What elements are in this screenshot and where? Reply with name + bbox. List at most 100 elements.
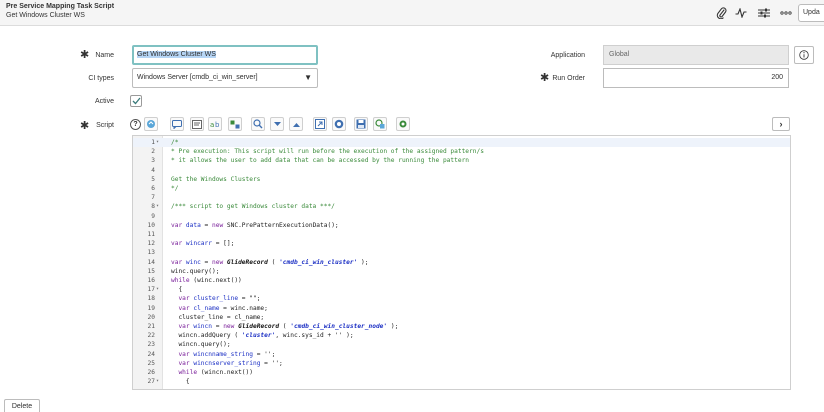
code-text: var cluster_line = ""; <box>171 295 261 303</box>
code-line[interactable]: 27 ▾ { <box>133 377 790 386</box>
search-icon[interactable] <box>251 117 265 131</box>
code-line[interactable]: 10 var data = new SNC.PrePatternExecution… <box>133 221 790 230</box>
paperclip-icon[interactable] <box>714 6 728 20</box>
name-field[interactable]: Get Windows Cluster WS <box>132 45 318 65</box>
code-line[interactable]: 24 var wincnname_string = ''; <box>133 350 790 359</box>
goto-line-icon[interactable] <box>313 117 327 131</box>
code-text: */ <box>171 185 179 192</box>
code-text: * Pre execution: This script will run be… <box>171 148 484 156</box>
script-include-icon[interactable] <box>144 117 158 131</box>
info-icon[interactable] <box>794 46 814 64</box>
line-number: 5 <box>151 175 155 183</box>
code-line[interactable]: 25 var wincnserver_string = ''; <box>133 359 790 368</box>
code-text: var cl_name = winc.name; <box>171 304 268 312</box>
line-number: 11 <box>147 231 155 238</box>
code-text: wincn.addQuery ( 'cluster', winc.sys_id … <box>171 332 354 340</box>
replace-icon[interactable]: ab <box>208 117 222 131</box>
line-number: 22 <box>147 332 155 340</box>
run-order-label: Run Order <box>552 75 585 82</box>
fold-toggle-icon[interactable]: ▾ <box>156 285 159 294</box>
update-button[interactable]: Upda <box>798 4 824 22</box>
code-line[interactable]: 11 <box>133 230 790 239</box>
code-line[interactable]: 17 ▾ { <box>133 285 790 294</box>
sliders-icon[interactable] <box>757 6 771 20</box>
fold-toggle-icon[interactable]: ▾ <box>156 202 159 211</box>
line-number: 18 <box>147 295 155 303</box>
line-number: 19 <box>147 304 155 312</box>
code-line[interactable]: 15 winc.query(); <box>133 267 790 276</box>
line-number: 13 <box>147 249 155 257</box>
activity-icon[interactable] <box>734 6 748 20</box>
code-line[interactable]: 26 while (wincn.next()) <box>133 368 790 377</box>
code-line[interactable]: 13 <box>133 248 790 257</box>
code-line[interactable]: 21 var wincn = new GlideRecord ( 'cmdb_c… <box>133 322 790 331</box>
code-line[interactable]: 18 var cluster_line = ""; <box>133 294 790 303</box>
fold-toggle-icon[interactable]: ▾ <box>156 138 159 147</box>
code-text: var wincarr = []; <box>171 240 235 248</box>
name-value: Get Windows Cluster WS <box>137 51 216 58</box>
line-number: 4 <box>151 166 155 174</box>
line-number: 2 <box>151 148 155 156</box>
active-label: Active <box>94 98 114 105</box>
code-line[interactable]: 14 var winc = new GlideRecord ( 'cmdb_ci_… <box>133 258 790 267</box>
line-number: 7 <box>151 194 155 202</box>
format-code-icon[interactable] <box>190 117 204 131</box>
chevron-right-icon[interactable]: › <box>772 117 790 131</box>
syntax-check-icon[interactable] <box>332 117 346 131</box>
code-line[interactable]: 2 * Pre execution: This script will run b… <box>133 147 790 156</box>
line-number: 15 <box>147 267 155 275</box>
run-order-field[interactable]: 200 <box>603 68 789 88</box>
active-checkbox[interactable] <box>130 95 142 107</box>
line-number: 9 <box>151 212 155 220</box>
script-debugger-icon[interactable] <box>373 117 387 131</box>
line-number: 16 <box>147 277 155 284</box>
code-text: var wincnserver_string = ''; <box>171 359 283 367</box>
code-text: { <box>171 286 183 294</box>
code-line[interactable]: 4 <box>133 166 790 175</box>
line-number: 8 <box>151 203 155 211</box>
code-text: * it allows the user to add data that ca… <box>171 157 470 165</box>
code-line[interactable]: 12 var wincarr = []; <box>133 239 790 248</box>
svg-text:b: b <box>215 121 220 129</box>
replace-all-icon[interactable] <box>228 117 242 131</box>
ci-types-value: Windows Server [cmdb_ci_win_server] <box>137 74 258 81</box>
comment-icon[interactable] <box>170 117 184 131</box>
name-label: Name <box>95 52 114 59</box>
code-line[interactable]: 23 wincn.query(); <box>133 340 790 349</box>
settings-icon[interactable] <box>396 117 410 131</box>
code-line[interactable]: 5 Get the Windows Clusters <box>133 175 790 184</box>
delete-button[interactable]: Delete <box>4 399 40 412</box>
code-text: var data = new SNC.PrePatternExecutionDa… <box>171 221 339 229</box>
line-number: 14 <box>147 258 155 266</box>
ci-types-select[interactable]: Windows Server [cmdb_ci_win_server] ▼ <box>132 68 318 88</box>
script-label: Script <box>96 122 114 129</box>
more-icon[interactable] <box>779 6 793 20</box>
code-line[interactable]: 3 * it allows the user to add data that c… <box>133 156 790 165</box>
save-icon[interactable] <box>354 117 368 131</box>
line-number: 25 <box>147 359 155 367</box>
find-next-icon[interactable] <box>270 117 284 131</box>
line-number: 24 <box>147 350 155 358</box>
code-line[interactable]: 1 ▾ /* <box>133 138 790 148</box>
code-line[interactable]: 9 <box>133 212 790 221</box>
line-number: 6 <box>151 185 155 192</box>
line-number: 21 <box>147 323 155 330</box>
fold-toggle-icon[interactable]: ▾ <box>156 377 159 386</box>
line-number: 10 <box>147 221 155 229</box>
code-line[interactable]: 19 var cl_name = winc.name; <box>133 304 790 313</box>
code-line[interactable]: 6 */ <box>133 184 790 193</box>
script-editor[interactable]: 1 ▾/* 2 * Pre execution: This script will r… <box>132 135 791 390</box>
code-line[interactable]: 8 ▾ /*** script to get Windows cluster dat… <box>133 202 790 211</box>
line-number: 27 <box>147 378 155 386</box>
code-text: while (wincn.next()) <box>171 369 253 376</box>
code-line[interactable]: 16 while (winc.next()) <box>133 276 790 285</box>
code-text: var winc = new GlideRecord ( 'cmdb_ci_wi… <box>171 258 369 266</box>
find-previous-icon[interactable] <box>289 117 303 131</box>
code-line[interactable]: 22 wincn.addQuery ( 'cluster', winc.sys_… <box>133 331 790 340</box>
help-icon[interactable]: ? <box>130 119 141 130</box>
code-line[interactable]: 7 <box>133 193 790 202</box>
form-title: Pre Service Mapping Task Script <box>6 3 115 10</box>
dropdown-arrow-icon: ▼ <box>304 73 312 82</box>
form-header: Pre Service Mapping Task Script Get Wind… <box>0 0 824 26</box>
code-line[interactable]: 20 cluster_line = cl_name; <box>133 313 790 322</box>
